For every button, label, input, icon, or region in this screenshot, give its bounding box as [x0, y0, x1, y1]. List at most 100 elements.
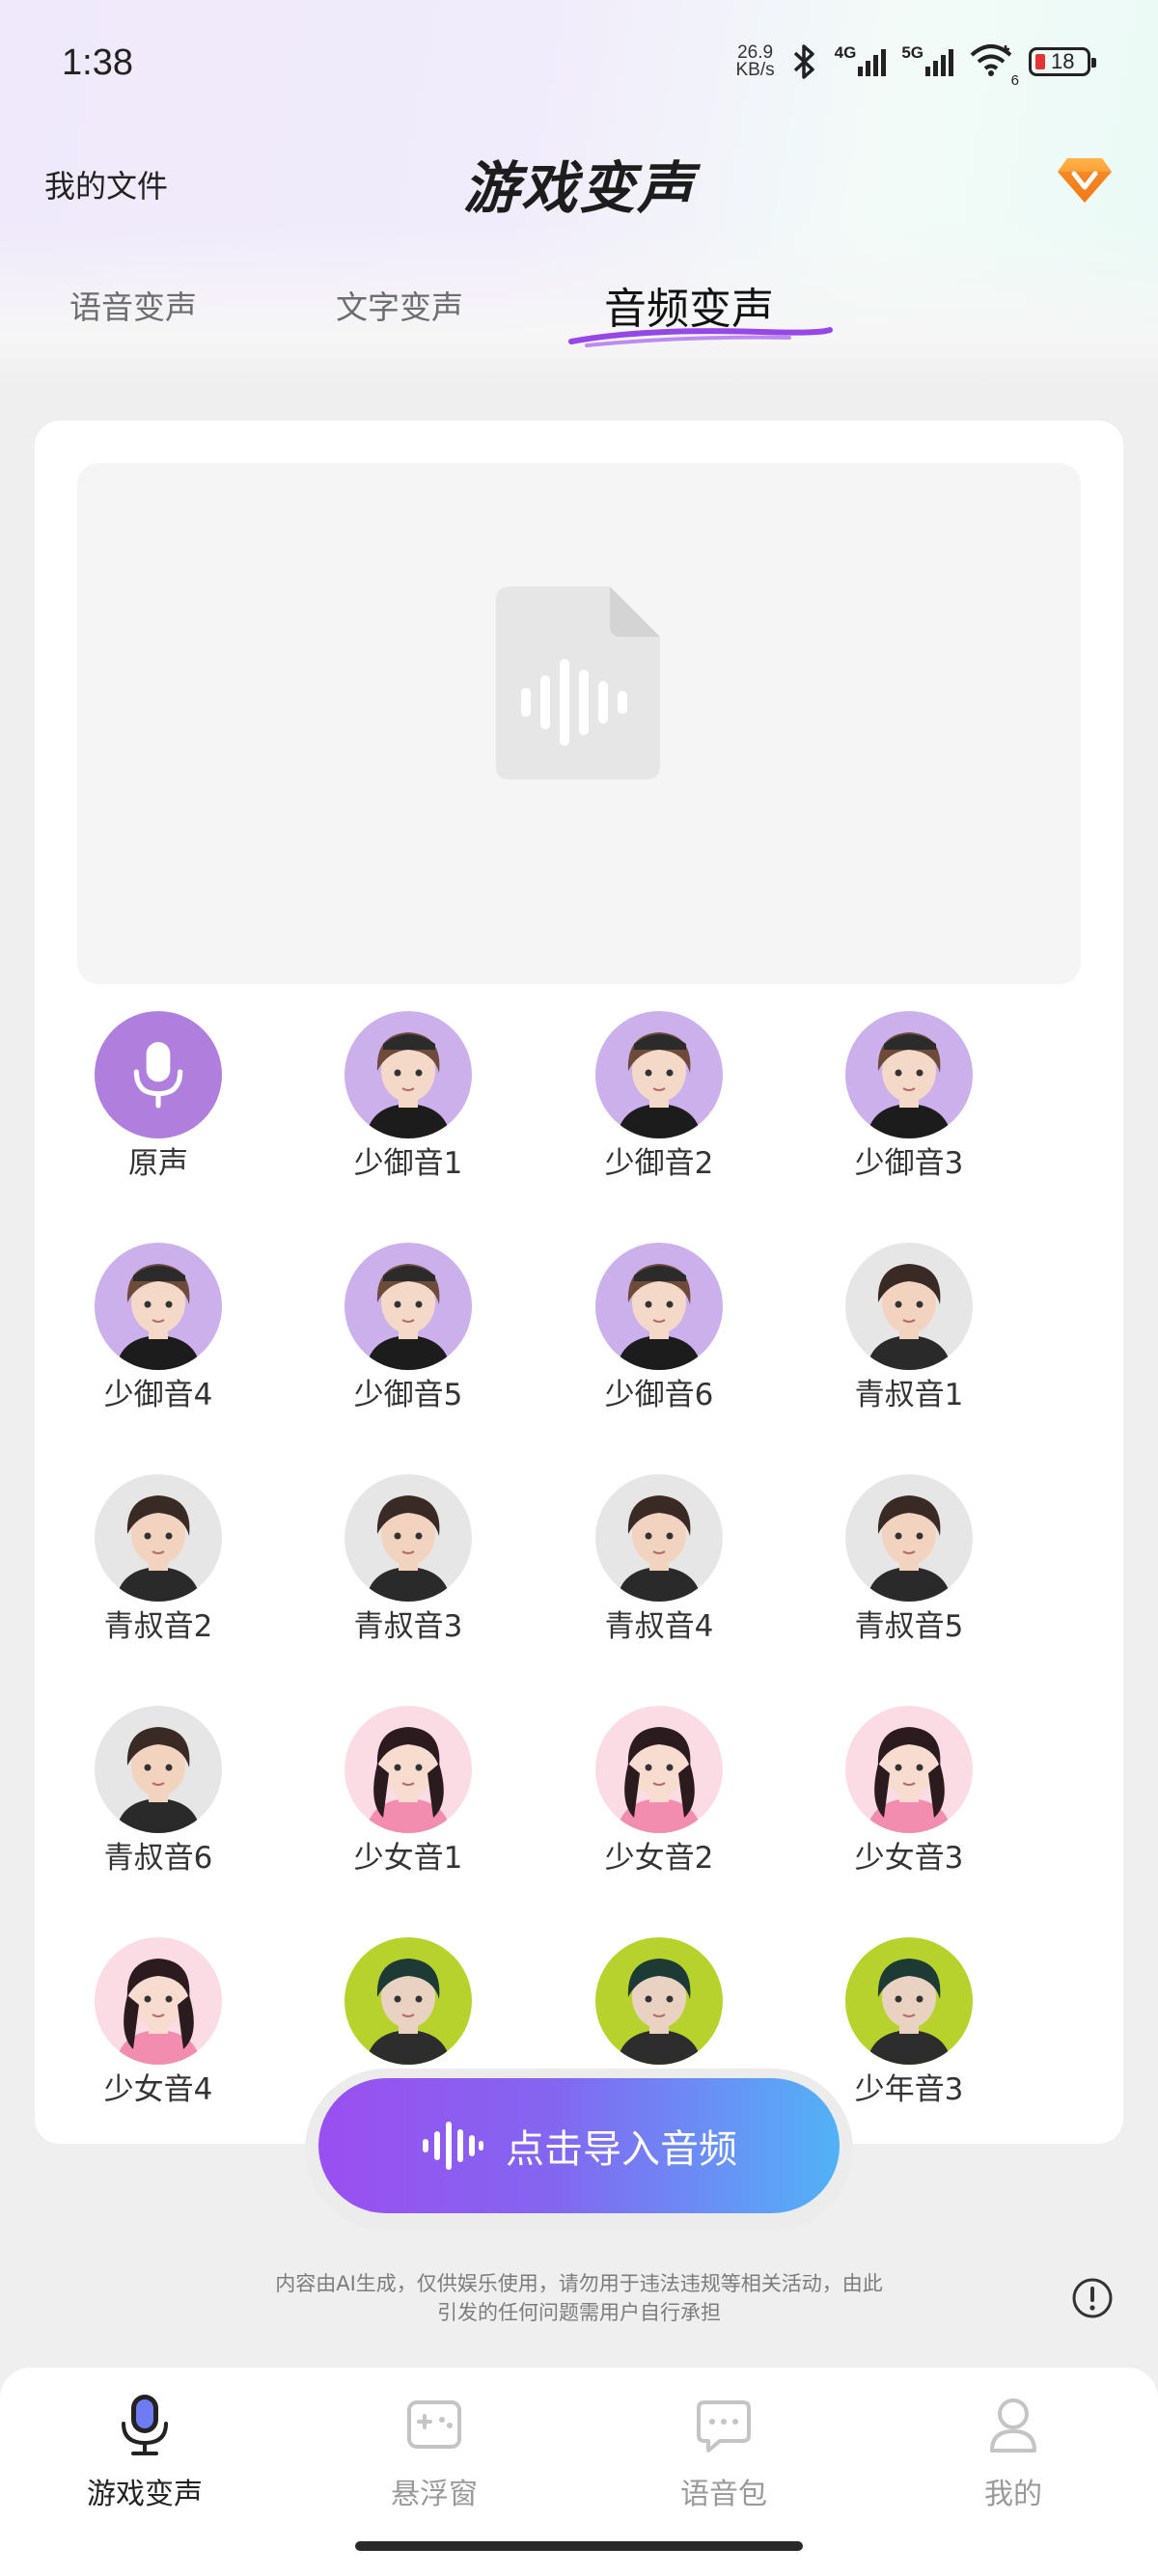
- character-portrait-icon: [617, 1727, 702, 1833]
- original-voice-avatar: [95, 1011, 222, 1138]
- bluetooth-icon: [793, 44, 814, 79]
- voice-avatar: [595, 1011, 723, 1138]
- voice-option[interactable]: 少年音3: [813, 1937, 1006, 2109]
- nav-floating-window[interactable]: 悬浮窗: [338, 2393, 531, 2512]
- voice-label: 青叔音3: [353, 1609, 463, 1644]
- voice-option[interactable]: 少御音4: [62, 1243, 255, 1414]
- character-portrait-icon: [867, 1032, 951, 1138]
- character-portrait-icon: [867, 1727, 951, 1833]
- microphone-icon: [122, 2395, 168, 2455]
- voice-option[interactable]: 青叔音4: [563, 1474, 756, 1646]
- tab-text-change[interactable]: 文字变声: [336, 282, 463, 328]
- signal-5g-label: 5G: [901, 43, 924, 62]
- waveform-icon: [423, 2122, 483, 2170]
- character-portrait-icon: [617, 1495, 702, 1602]
- disclaimer-line-2: 引发的任何问题需用户自行承担: [437, 2301, 721, 2324]
- person-icon: [990, 2398, 1036, 2453]
- voice-avatar: [595, 1937, 723, 2065]
- voice-label: 少女音2: [604, 1841, 714, 1876]
- nav-label: 游戏变声: [87, 2478, 203, 2511]
- nav-voice-pack[interactable]: 语音包: [627, 2393, 820, 2512]
- character-portrait-icon: [366, 1495, 451, 1602]
- character-portrait-icon: [617, 1264, 702, 1370]
- voice-label: 青叔音2: [103, 1609, 213, 1644]
- voice-option[interactable]: 青叔音6: [62, 1706, 255, 1877]
- voice-avatar: [595, 1706, 723, 1833]
- import-button-label: 点击导入音频: [506, 2127, 737, 2172]
- page-title: 游戏变声: [462, 155, 695, 221]
- wifi-icon: [970, 43, 1012, 76]
- voice-label: 少年音3: [854, 2072, 964, 2107]
- voice-label: 少御音2: [604, 1146, 714, 1181]
- nav-game-voice[interactable]: 游戏变声: [48, 2393, 241, 2512]
- active-tab-underline: [568, 327, 833, 347]
- voice-label: 少女音1: [353, 1841, 463, 1876]
- voice-avatar: [345, 1243, 472, 1370]
- voice-option[interactable]: 少女音2: [563, 1706, 756, 1877]
- voice-avatar: [845, 1937, 973, 2065]
- voice-option[interactable]: 少御音6: [563, 1243, 756, 1414]
- voice-label: 原声: [128, 1146, 188, 1181]
- voice-avatar: [95, 1937, 222, 2065]
- voice-label: 少女音4: [103, 2072, 213, 2107]
- audio-file-icon: [496, 587, 660, 780]
- voice-avatar: [95, 1474, 222, 1602]
- status-time: 1:38: [62, 42, 133, 83]
- voice-option[interactable]: 少御音2: [563, 1011, 756, 1183]
- voice-label: 青叔音6: [103, 1841, 213, 1876]
- voice-option[interactable]: 少御音5: [312, 1243, 505, 1414]
- import-audio-button[interactable]: 点击导入音频: [318, 2078, 840, 2213]
- nav-label: 我的: [984, 2478, 1042, 2511]
- character-portrait-icon: [366, 1264, 451, 1370]
- voice-original[interactable]: 原声: [62, 1011, 255, 1183]
- tab-voice-change[interactable]: 语音变声: [69, 282, 197, 328]
- voice-option[interactable]: 青叔音3: [312, 1474, 505, 1646]
- character-portrait-icon: [116, 1495, 201, 1602]
- diamond-vip-icon[interactable]: [1056, 152, 1114, 206]
- character-portrait-icon: [867, 1264, 951, 1370]
- signal-bars-icon: [858, 47, 887, 76]
- character-portrait-icon: [366, 1959, 451, 2065]
- status-icons: 26.9 KB/s 4G 5G 6 18: [735, 42, 1096, 89]
- voice-option[interactable]: 青叔音2: [62, 1474, 255, 1646]
- voice-label: 少御音3: [854, 1146, 964, 1181]
- voice-option[interactable]: 少御音3: [813, 1011, 1006, 1183]
- signal-4g: 4G: [835, 43, 887, 76]
- network-speed: 26.9 KB/s: [735, 43, 775, 80]
- voice-option[interactable]: 少女音4: [62, 1937, 255, 2109]
- character-portrait-icon: [867, 1495, 951, 1602]
- voice-avatar: [345, 1706, 472, 1833]
- signal-5g: 5G: [901, 43, 953, 76]
- character-portrait-icon: [366, 1032, 451, 1138]
- character-portrait-icon: [116, 1727, 201, 1833]
- voice-option[interactable]: 少御音1: [312, 1011, 505, 1183]
- report-alert-icon[interactable]: [1071, 2277, 1114, 2319]
- voice-option[interactable]: [312, 1937, 505, 2070]
- character-portrait-icon: [867, 1959, 951, 2065]
- nav-label: 语音包: [680, 2478, 767, 2511]
- voice-label: 少御音1: [353, 1146, 463, 1181]
- home-indicator[interactable]: [355, 2541, 803, 2551]
- voice-label: 少御音6: [604, 1378, 714, 1412]
- battery-level: [1035, 54, 1045, 69]
- voice-option[interactable]: 少女音1: [312, 1706, 505, 1877]
- character-portrait-icon: [116, 1959, 201, 2065]
- signal-bars-icon: [925, 47, 953, 76]
- microphone-icon: [133, 1042, 183, 1109]
- status-bar: 1:38 26.9 KB/s 4G 5G 6 18: [0, 0, 1158, 135]
- voice-label: 少御音5: [353, 1378, 463, 1412]
- voice-option[interactable]: 青叔音5: [813, 1474, 1006, 1646]
- battery-percent: 18: [1051, 49, 1075, 73]
- voice-avatar: [595, 1243, 723, 1370]
- disclaimer-line-1: 内容由AI生成，仅供娱乐使用，请勿用于违法违规等相关活动，由此: [275, 2272, 883, 2295]
- voice-option[interactable]: [563, 1937, 756, 2070]
- voice-avatar: [95, 1243, 222, 1370]
- network-speed-unit: KB/s: [735, 60, 775, 80]
- voice-avatar: [845, 1706, 973, 1833]
- character-portrait-icon: [617, 1032, 702, 1138]
- voice-option[interactable]: 青叔音1: [813, 1243, 1006, 1414]
- nav-mine[interactable]: 我的: [917, 2393, 1110, 2512]
- voice-avatar: [345, 1474, 472, 1602]
- voice-avatar: [595, 1474, 723, 1602]
- voice-option[interactable]: 少女音3: [813, 1706, 1006, 1877]
